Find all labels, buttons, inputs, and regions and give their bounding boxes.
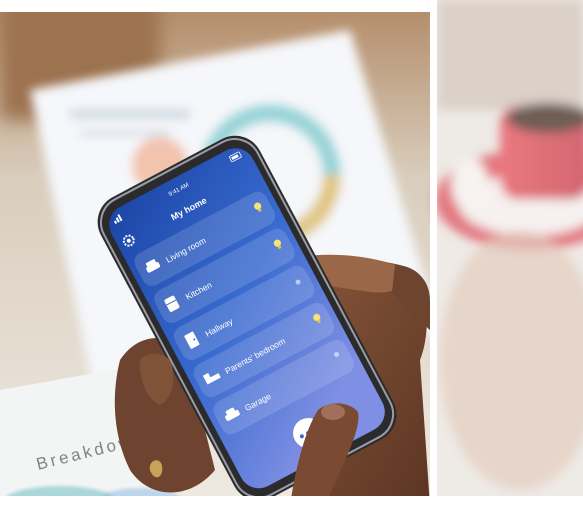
bottom-margin bbox=[0, 496, 583, 506]
panel-divider bbox=[430, 0, 437, 506]
background-right bbox=[435, 0, 583, 506]
top-margin bbox=[0, 0, 430, 12]
photo-scene: Breakdown 9:41 AM My home Living room Ki… bbox=[0, 0, 583, 506]
thumb-nail bbox=[321, 404, 345, 420]
